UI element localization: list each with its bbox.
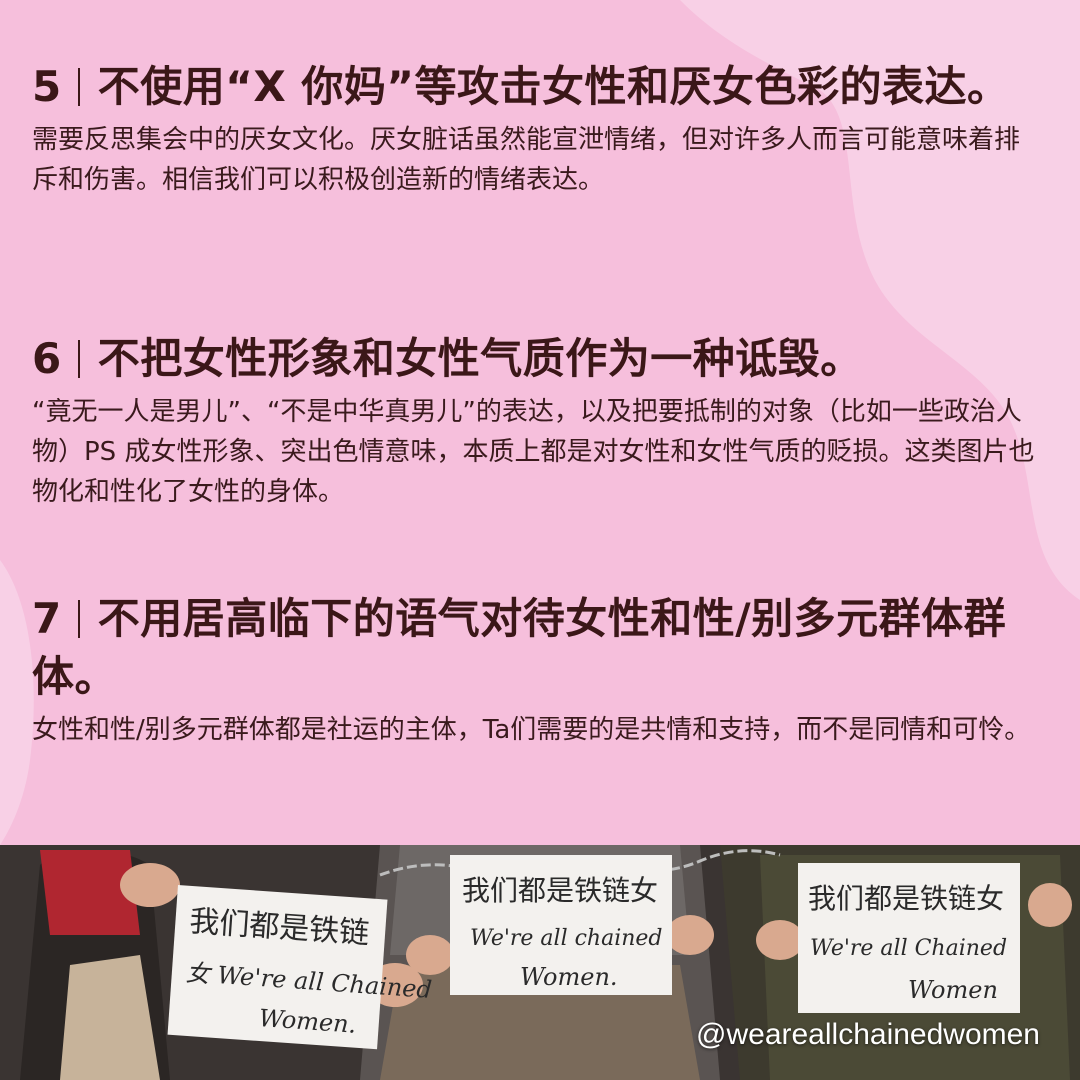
sign-3: 我们都是铁链女 We're all Chained Women	[798, 863, 1020, 1013]
section-6: 6 不把女性形象和女性气质作为一种诋毁。 “竟无一人是男儿”、“不是中华真男儿”的…	[32, 330, 1042, 512]
section-5-heading: 5 不使用“X 你妈”等攻击女性和厌女色彩的表达。	[32, 58, 1042, 116]
protest-photo: 我们都是铁链 女 We're all Chained Women. 我们都是铁链…	[0, 845, 1080, 1080]
section-5-title: 不使用“X 你妈”等攻击女性和厌女色彩的表达。	[97, 62, 1010, 111]
section-6-body: “竟无一人是男儿”、“不是中华真男儿”的表达，以及把要抵制的对象（比如一些政治人…	[32, 397, 1035, 507]
section-5-number: 5	[32, 62, 62, 111]
sign-2: 我们都是铁链女 We're all chained Women.	[450, 855, 672, 995]
section-5-body: 需要反思集会中的厌女文化。厌女脏话虽然能宣泄情绪，但对许多人而言可能意味着排斥和…	[32, 125, 1021, 195]
sign-2-line-1: 我们都是铁链女	[462, 874, 658, 907]
sign-2-line-3: Women.	[520, 963, 618, 991]
section-7-title: 不用居高临下的语气对待女性和性/别多元群体群体。	[32, 594, 1007, 701]
section-divider	[77, 600, 80, 638]
sign-3-line-3: Women	[908, 976, 998, 1004]
section-6-heading: 6 不把女性形象和女性气质作为一种诋毁。	[32, 330, 1042, 388]
sign-3-line-1: 我们都是铁链女	[808, 882, 1004, 915]
section-7-heading: 7 不用居高临下的语气对待女性和性/别多元群体群体。	[32, 590, 1042, 706]
section-6-number: 6	[32, 334, 62, 383]
section-7-body: 女性和性/别多元群体都是社运的主体，Ta们需要的是共情和支持，而不是同情和可怜。	[32, 715, 1031, 745]
section-divider	[77, 68, 80, 106]
section-7: 7 不用居高临下的语气对待女性和性/别多元群体群体。 女性和性/别多元群体都是社运…	[32, 590, 1042, 750]
section-divider	[77, 340, 80, 378]
account-handle: @weareallchainedwomen	[696, 1018, 1040, 1051]
section-6-title: 不把女性形象和女性气质作为一种诋毁。	[97, 334, 863, 383]
sign-2-line-2: We're all chained	[470, 926, 663, 951]
section-5: 5 不使用“X 你妈”等攻击女性和厌女色彩的表达。 需要反思集会中的厌女文化。厌女…	[32, 58, 1042, 200]
section-7-number: 7	[32, 594, 62, 643]
sign-3-line-2: We're all Chained	[810, 936, 1007, 961]
